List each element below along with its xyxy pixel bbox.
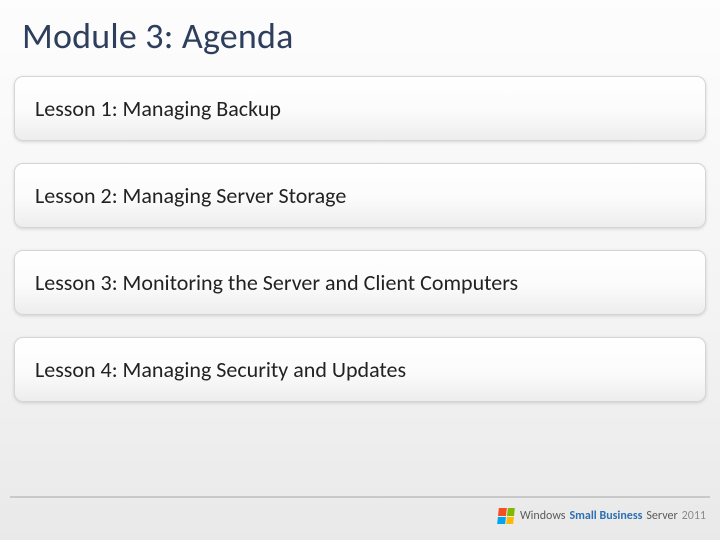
brand-sbs: Small Business (570, 509, 643, 523)
lesson-label: Lesson 2: Managing Server Storage (35, 182, 346, 209)
brand-windows: Windows (520, 509, 566, 523)
lesson-label: Lesson 3: Monitoring the Server and Clie… (35, 269, 518, 296)
slide-title: Module 3: Agenda (0, 0, 720, 76)
footer: Windows Small Business Server 2011 (0, 496, 720, 540)
windows-flag-icon (497, 508, 515, 524)
brand-server: Server (646, 509, 677, 523)
brand-text: Windows Small Business Server 2011 (520, 509, 706, 523)
brand-logo: Windows Small Business Server 2011 (498, 508, 706, 524)
lesson-item: Lesson 4: Managing Security and Updates (14, 337, 706, 402)
lesson-label: Lesson 1: Managing Backup (35, 95, 281, 122)
lesson-list: Lesson 1: Managing Backup Lesson 2: Mana… (0, 76, 720, 402)
lesson-item: Lesson 1: Managing Backup (14, 76, 706, 141)
lesson-item: Lesson 3: Monitoring the Server and Clie… (14, 250, 706, 315)
brand-year: 2011 (682, 509, 706, 523)
lesson-item: Lesson 2: Managing Server Storage (14, 163, 706, 228)
lesson-label: Lesson 4: Managing Security and Updates (35, 356, 406, 383)
